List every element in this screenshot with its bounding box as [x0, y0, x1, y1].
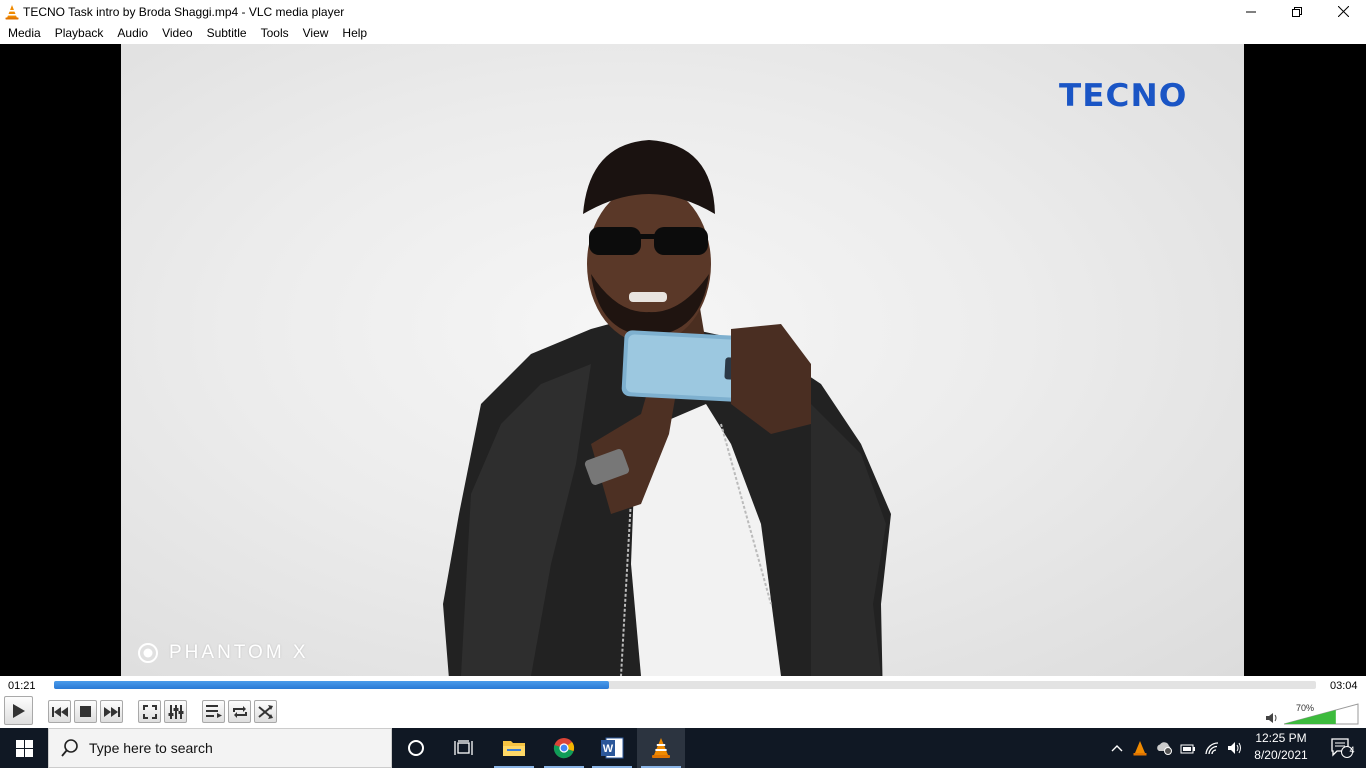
menu-audio[interactable]: Audio	[110, 23, 155, 44]
speaker-icon	[1228, 742, 1241, 754]
brand-logo: TECNO	[1059, 78, 1188, 114]
close-icon	[1337, 6, 1349, 17]
tray-onedrive[interactable]	[1152, 741, 1176, 755]
play-button[interactable]	[4, 696, 33, 725]
menu-view[interactable]: View	[296, 23, 336, 44]
circle-logo-icon	[138, 643, 158, 663]
folder-icon	[503, 741, 525, 756]
menu-help[interactable]: Help	[335, 23, 374, 44]
chrome-button[interactable]	[540, 728, 588, 768]
task-view-icon	[454, 740, 473, 755]
menu-playback[interactable]: Playback	[48, 23, 111, 44]
menu-video[interactable]: Video	[155, 23, 199, 44]
menu-media[interactable]: Media	[1, 23, 48, 44]
video-scene-person-with-phone	[443, 140, 891, 676]
seek-bar[interactable]	[54, 681, 1316, 689]
shuffle-button[interactable]	[254, 700, 277, 723]
next-button[interactable]	[100, 700, 123, 723]
video-display[interactable]: TECNO PHANTOM X	[0, 44, 1366, 676]
menu-tools[interactable]: Tools	[254, 23, 296, 44]
menu-subtitle[interactable]: Subtitle	[200, 23, 254, 44]
search-placeholder: Type here to search	[89, 740, 213, 756]
notification-count: 4	[1349, 745, 1355, 755]
vlc-cone-icon	[1133, 740, 1147, 755]
chrome-icon	[553, 738, 575, 759]
seek-progress	[54, 681, 610, 689]
vlc-cone-icon	[4, 4, 20, 20]
search-icon	[61, 739, 78, 757]
title-bar: TECNO Task intro by Broda Shaggi.mp4 - V…	[0, 0, 1366, 23]
taskbar-clock[interactable]: 12:25 PM 8/20/2021	[1252, 730, 1310, 764]
chevron-up-icon	[1111, 745, 1123, 752]
stop-icon	[80, 706, 91, 717]
vlc-taskbar-button[interactable]	[637, 728, 685, 768]
loop-icon	[232, 705, 247, 718]
restore-button[interactable]	[1274, 0, 1320, 23]
elapsed-time: 01:21	[8, 680, 36, 692]
play-icon	[12, 703, 25, 718]
battery-icon	[1180, 744, 1195, 754]
total-duration[interactable]: 03:04	[1330, 680, 1358, 692]
cloud-sync-icon	[1157, 742, 1172, 755]
playlist-button[interactable]	[202, 700, 225, 723]
windows-logo-icon	[15, 739, 33, 757]
action-center-button[interactable]: 4	[1318, 728, 1366, 768]
cortana-button[interactable]	[392, 728, 440, 768]
restore-icon	[1292, 6, 1302, 17]
equalizer-icon	[168, 704, 183, 719]
clock-time: 12:25 PM	[1255, 731, 1307, 745]
volume-slider[interactable]	[1284, 703, 1360, 725]
svg-text:W: W	[603, 743, 614, 755]
taskbar: Type here to search W 12:25 PM 8/20/2021…	[0, 728, 1366, 768]
tray-volume[interactable]	[1224, 741, 1248, 755]
previous-button[interactable]	[48, 700, 71, 723]
watermark-text: PHANTOM X	[169, 642, 309, 663]
window-title: TECNO Task intro by Broda Shaggi.mp4 - V…	[23, 4, 345, 19]
playlist-icon	[205, 705, 222, 718]
stop-button[interactable]	[74, 700, 97, 723]
menu-bar: Media Playback Audio Video Subtitle Tool…	[0, 23, 1366, 44]
video-frame: TECNO PHANTOM X	[121, 44, 1244, 676]
cortana-circle-icon	[408, 740, 424, 756]
shuffle-icon	[257, 704, 273, 719]
speaker-icon[interactable]	[1266, 712, 1278, 724]
show-hidden-icons-button[interactable]	[1106, 744, 1128, 752]
minimize-icon	[1246, 11, 1256, 12]
tray-vlc[interactable]	[1128, 740, 1152, 756]
tray-battery[interactable]	[1176, 742, 1200, 754]
tray-network[interactable]	[1200, 741, 1224, 755]
phantom-watermark: PHANTOM X	[137, 642, 309, 664]
skip-next-icon	[103, 706, 120, 717]
word-icon: W	[601, 737, 624, 759]
word-button[interactable]: W	[588, 728, 636, 768]
close-button[interactable]	[1320, 0, 1366, 23]
playback-controls: 70%	[0, 696, 1366, 728]
fullscreen-icon	[142, 704, 157, 719]
wifi-icon	[1205, 742, 1219, 755]
task-view-button[interactable]	[440, 728, 488, 768]
vlc-cone-icon	[652, 738, 670, 758]
skip-previous-icon	[51, 706, 68, 717]
start-button[interactable]	[0, 728, 48, 768]
system-tray	[1106, 728, 1248, 768]
extended-settings-button[interactable]	[164, 700, 187, 723]
volume-control[interactable]: 70%	[1262, 700, 1362, 726]
taskbar-search[interactable]: Type here to search	[48, 728, 392, 768]
file-explorer-button[interactable]	[490, 728, 538, 768]
fullscreen-button[interactable]	[138, 700, 161, 723]
loop-button[interactable]	[228, 700, 251, 723]
clock-date: 8/20/2021	[1254, 748, 1308, 762]
minimize-button[interactable]	[1228, 0, 1274, 23]
